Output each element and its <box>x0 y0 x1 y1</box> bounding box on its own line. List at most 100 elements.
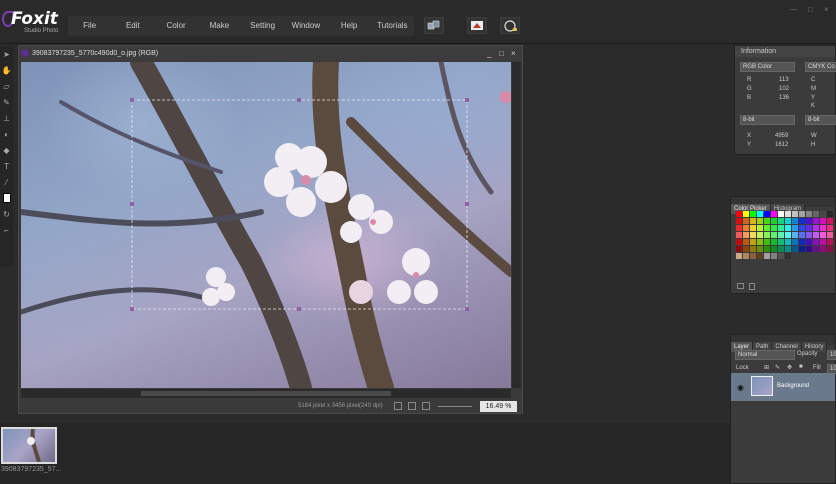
hand-tool-icon[interactable]: ✋ <box>0 62 13 78</box>
color-swatch[interactable] <box>792 253 798 259</box>
layers-transform-icon[interactable] <box>467 17 487 34</box>
color-swatch[interactable] <box>799 211 805 217</box>
menu-help[interactable]: Help <box>328 16 371 36</box>
color-swatch[interactable] <box>743 246 749 252</box>
color-swatch[interactable] <box>736 232 742 238</box>
stamp-tool-icon[interactable]: ⊥ <box>0 110 13 126</box>
color-swatch[interactable] <box>820 253 826 259</box>
color-swatch[interactable] <box>757 211 763 217</box>
color-swatch[interactable] <box>771 253 777 259</box>
color-swatch[interactable] <box>757 218 763 224</box>
color-swatch[interactable] <box>736 239 742 245</box>
color-swatch[interactable] <box>771 225 777 231</box>
lock-pixels-icon[interactable]: ⊞ <box>764 364 769 371</box>
color-swatch[interactable] <box>771 239 777 245</box>
color-swatch[interactable] <box>806 246 812 252</box>
color-swatch[interactable] <box>799 232 805 238</box>
color-swatch[interactable] <box>736 253 742 259</box>
color-swatch[interactable] <box>736 225 742 231</box>
color-swatch[interactable] <box>743 225 749 231</box>
color-swatch[interactable] <box>820 232 826 238</box>
maximize-icon[interactable]: □ <box>808 5 813 14</box>
color-swatch[interactable] <box>736 211 742 217</box>
color-swatch[interactable] <box>820 246 826 252</box>
scroll-thumb[interactable] <box>141 391 391 396</box>
color-swatch[interactable] <box>778 218 784 224</box>
doc-minimize-icon[interactable]: _ <box>487 46 491 61</box>
color-swatch[interactable] <box>792 239 798 245</box>
color-swatch[interactable] <box>743 253 749 259</box>
color-swatch[interactable] <box>764 253 770 259</box>
color-swatch[interactable] <box>785 253 791 259</box>
color-swatch[interactable] <box>750 218 756 224</box>
color-swatch[interactable] <box>799 246 805 252</box>
brush-tool-icon[interactable]: ✎ <box>0 94 13 110</box>
color-swatch[interactable] <box>764 211 770 217</box>
layer-row-background[interactable]: ◉ Background <box>731 373 835 401</box>
color-swatch[interactable] <box>764 225 770 231</box>
fill-tool-icon[interactable]: ◆ <box>0 142 13 158</box>
color-swatch[interactable] <box>792 225 798 231</box>
color-swatch[interactable] <box>750 253 756 259</box>
menu-color[interactable]: Color <box>155 16 198 36</box>
color-swatch[interactable] <box>771 218 777 224</box>
minimize-icon[interactable]: — <box>790 5 798 14</box>
filmstrip-thumbnail[interactable] <box>1 427 57 464</box>
zoom-slider[interactable] <box>438 406 472 407</box>
info-bit1-dropdown[interactable]: 8-bit <box>740 115 795 125</box>
color-swatch[interactable] <box>792 218 798 224</box>
actual-size-icon[interactable] <box>408 402 416 410</box>
color-swatch[interactable] <box>813 246 819 252</box>
color-swatch[interactable] <box>827 211 833 217</box>
color-swatch[interactable] <box>813 211 819 217</box>
color-swatch[interactable] <box>813 239 819 245</box>
move-tool-icon[interactable]: ➤ <box>0 46 13 62</box>
color-swatch[interactable] <box>820 211 826 217</box>
color-swatch[interactable] <box>827 225 833 231</box>
color-swatch[interactable] <box>736 218 742 224</box>
doc-maximize-icon[interactable]: □ <box>499 46 504 61</box>
color-swatch[interactable] <box>757 239 763 245</box>
menu-file[interactable]: File <box>68 16 111 36</box>
color-swatch[interactable] <box>820 239 826 245</box>
color-swatch-icon[interactable] <box>0 190 13 206</box>
color-swatch[interactable] <box>764 246 770 252</box>
color-swatch[interactable] <box>736 246 742 252</box>
menu-make[interactable]: Make <box>198 16 241 36</box>
color-swatch[interactable] <box>813 218 819 224</box>
lock-all-icon[interactable]: ■ <box>799 364 803 370</box>
color-swatch[interactable] <box>806 232 812 238</box>
fit-window-icon[interactable] <box>394 402 402 410</box>
zoom-level[interactable]: 16.49 % <box>480 401 517 412</box>
delete-swatch-icon[interactable] <box>749 283 755 290</box>
color-swatch[interactable] <box>757 225 763 231</box>
color-swatch[interactable] <box>827 218 833 224</box>
color-swatch[interactable] <box>743 218 749 224</box>
grid-preview-icon[interactable] <box>500 17 520 34</box>
color-swatch[interactable] <box>799 253 805 259</box>
menu-window[interactable]: Window <box>284 16 327 36</box>
text-tool-icon[interactable]: T <box>0 158 13 174</box>
cube-stack-icon[interactable] <box>424 17 444 34</box>
color-swatch[interactable] <box>820 225 826 231</box>
color-swatch[interactable] <box>799 225 805 231</box>
color-swatch[interactable] <box>764 239 770 245</box>
info-mode2-dropdown[interactable]: CMYK Co <box>805 62 836 72</box>
color-swatch[interactable] <box>743 211 749 217</box>
color-swatch[interactable] <box>778 232 784 238</box>
color-swatch[interactable] <box>743 232 749 238</box>
fullscreen-icon[interactable] <box>422 402 430 410</box>
heal-tool-icon[interactable]: ◐ <box>0 126 13 142</box>
eyedropper-tool-icon[interactable]: ⁄ <box>0 174 13 190</box>
menu-edit[interactable]: Edit <box>111 16 154 36</box>
color-swatch[interactable] <box>799 218 805 224</box>
info-bit2-dropdown[interactable]: 8-bit <box>805 115 836 125</box>
color-swatch[interactable] <box>778 239 784 245</box>
color-swatch[interactable] <box>785 218 791 224</box>
color-swatch[interactable] <box>778 225 784 231</box>
color-swatch[interactable] <box>792 246 798 252</box>
horizontal-scrollbar[interactable] <box>21 389 511 398</box>
lock-paint-icon[interactable]: ✎ <box>775 364 780 371</box>
color-swatch[interactable] <box>743 239 749 245</box>
color-swatch[interactable] <box>806 218 812 224</box>
